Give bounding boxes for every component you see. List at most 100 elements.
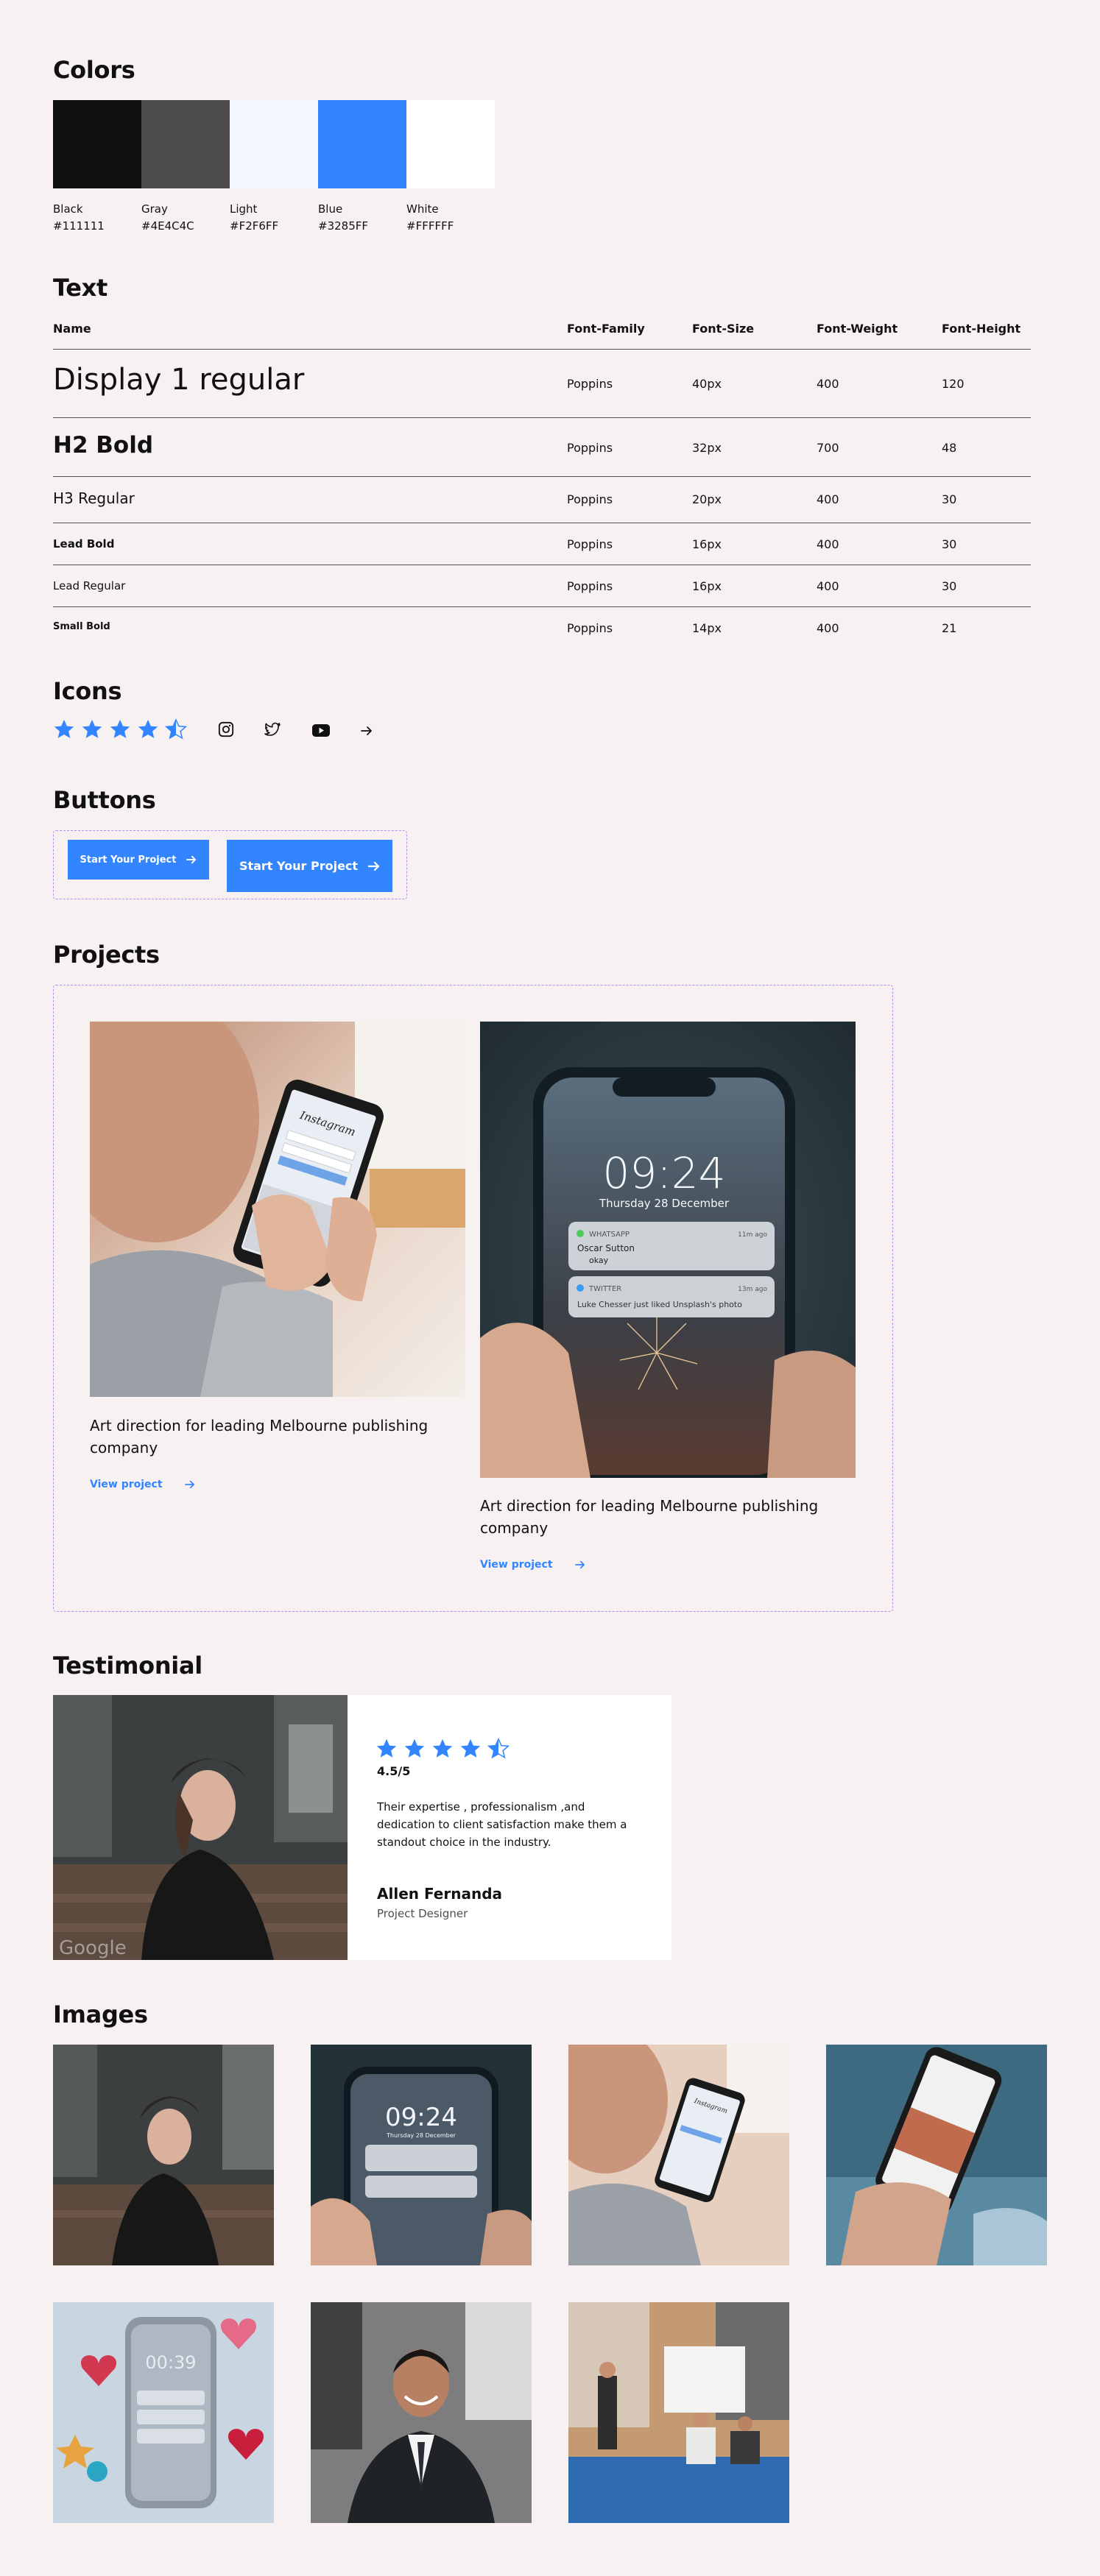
type-sample-small-bold: Small Bold bbox=[53, 621, 110, 632]
type-family: Poppins bbox=[567, 621, 613, 635]
gallery-image-businessman[interactable] bbox=[311, 2302, 532, 2523]
star-icon bbox=[376, 1738, 397, 1758]
star-icon bbox=[404, 1738, 425, 1758]
star-icon bbox=[138, 719, 158, 738]
type-height: 21 bbox=[942, 621, 957, 635]
gallery-image-lockscreen[interactable]: 09:24 Thursday 28 December bbox=[311, 2045, 532, 2265]
testimonial-author: Allen Fernanda bbox=[377, 1885, 503, 1903]
star-icon bbox=[54, 719, 74, 738]
notif-time: 11m ago bbox=[738, 1231, 767, 1239]
type-sample-lead-bold: Lead Bold bbox=[53, 537, 115, 551]
type-sample-lead-regular: Lead Regular bbox=[53, 579, 126, 592]
arrow-right-icon bbox=[574, 1560, 585, 1569]
arrow-right-icon[interactable] bbox=[361, 726, 373, 736]
youtube-icon[interactable] bbox=[312, 724, 330, 737]
type-size: 16px bbox=[692, 537, 722, 551]
swatch-label: Black bbox=[53, 202, 83, 216]
swatch-label: Blue bbox=[318, 202, 343, 216]
type-size: 14px bbox=[692, 621, 722, 635]
arrow-right-icon bbox=[184, 1480, 194, 1489]
swatch-hex: #FFFFFF bbox=[406, 219, 454, 233]
gallery-image-office-meeting[interactable] bbox=[568, 2302, 789, 2523]
divider bbox=[53, 476, 1031, 477]
divider bbox=[53, 349, 1031, 350]
project-image-instagram-phone[interactable]: Instagram bbox=[90, 1022, 465, 1397]
type-height: 48 bbox=[942, 441, 957, 455]
notif-message: Luke Chesser just liked Unsplash's photo bbox=[577, 1300, 742, 1309]
swatch-white bbox=[406, 100, 495, 188]
section-title-projects: Projects bbox=[53, 941, 160, 969]
star-icon bbox=[82, 719, 102, 738]
type-height: 30 bbox=[942, 537, 957, 551]
type-sample-h2: H2 Bold bbox=[53, 432, 154, 459]
table-header-family: Font-Family bbox=[567, 322, 645, 336]
testimonial-role: Project Designer bbox=[377, 1907, 468, 1920]
project-title: Art direction for leading Melbourne publ… bbox=[480, 1497, 819, 1537]
testimonial-card: 4.5/5 Their expertise , professionalism … bbox=[348, 1695, 671, 1960]
gallery-image-instagram-phone[interactable]: Instagram bbox=[568, 2045, 789, 2265]
type-size: 40px bbox=[692, 377, 722, 391]
swatch-blue bbox=[318, 100, 406, 188]
twitter-icon[interactable] bbox=[264, 722, 281, 738]
start-project-button-small[interactable]: Start Your Project bbox=[68, 840, 209, 880]
project-title: Art direction for leading Melbourne publ… bbox=[90, 1417, 429, 1457]
arrow-right-icon bbox=[186, 855, 197, 864]
type-family: Poppins bbox=[567, 441, 613, 455]
gallery-image-woman[interactable] bbox=[53, 2045, 274, 2265]
swatch-light bbox=[230, 100, 318, 188]
type-family: Poppins bbox=[567, 537, 613, 551]
instagram-icon[interactable] bbox=[218, 721, 234, 737]
type-weight: 400 bbox=[817, 537, 839, 551]
section-title-text: Text bbox=[53, 274, 108, 302]
button-label: Start Your Project bbox=[239, 859, 359, 873]
start-project-button-large[interactable]: Start Your Project bbox=[227, 840, 392, 892]
swatch-label: Light bbox=[230, 202, 258, 216]
lock-time: 09:24 bbox=[385, 2103, 457, 2132]
notif-message: okay bbox=[589, 1256, 609, 1265]
table-header-height: Font-Height bbox=[942, 322, 1021, 336]
view-project-link[interactable]: View project bbox=[90, 1479, 195, 1490]
divider bbox=[53, 606, 1031, 607]
link-label: View project bbox=[480, 1559, 553, 1571]
half-star-icon bbox=[165, 718, 187, 740]
gallery-image-hearts-phone[interactable]: 00:39 bbox=[53, 2302, 274, 2523]
table-header-name: Name bbox=[53, 322, 91, 336]
swatch-hex: #4E4C4C bbox=[141, 219, 194, 233]
swatch-hex: #F2F6FF bbox=[230, 219, 279, 233]
table-header-weight: Font-Weight bbox=[817, 322, 898, 336]
link-label: View project bbox=[90, 1479, 163, 1490]
swatch-black bbox=[53, 100, 141, 188]
type-sample-display: Display 1 regular bbox=[53, 363, 305, 397]
type-height: 30 bbox=[942, 492, 957, 506]
type-size: 32px bbox=[692, 441, 722, 455]
swatch-gray bbox=[141, 100, 230, 188]
type-size: 20px bbox=[692, 492, 722, 506]
notif-time: 13m ago bbox=[738, 1286, 767, 1293]
project-image-lockscreen-phone[interactable]: 09:24 Thursday 28 December WHATSAPP 11m … bbox=[480, 1022, 856, 1478]
type-height: 120 bbox=[942, 377, 965, 391]
section-title-buttons: Buttons bbox=[53, 786, 156, 814]
type-weight: 400 bbox=[817, 579, 839, 593]
google-watermark: Google bbox=[59, 1937, 127, 1959]
type-family: Poppins bbox=[567, 492, 613, 506]
type-weight: 400 bbox=[817, 492, 839, 506]
half-star-icon bbox=[487, 1738, 510, 1759]
gallery-image-phone-hand[interactable] bbox=[826, 2045, 1047, 2265]
lock-time: 09:24 bbox=[602, 1148, 725, 1198]
lock-date: Thursday 28 December bbox=[599, 1197, 730, 1210]
star-icon bbox=[432, 1738, 453, 1758]
type-family: Poppins bbox=[567, 377, 613, 391]
lock-date: Thursday 28 December bbox=[386, 2132, 456, 2139]
type-family: Poppins bbox=[567, 579, 613, 593]
type-weight: 400 bbox=[817, 377, 839, 391]
swatch-hex: #3285FF bbox=[318, 219, 368, 233]
star-icon bbox=[460, 1738, 481, 1758]
lock-time: 00:39 bbox=[145, 2352, 196, 2373]
swatch-label: Gray bbox=[141, 202, 168, 216]
section-title-testimonial: Testimonial bbox=[53, 1652, 202, 1680]
divider bbox=[53, 417, 1031, 418]
view-project-link[interactable]: View project bbox=[480, 1559, 585, 1571]
section-title-icons: Icons bbox=[53, 677, 122, 705]
type-weight: 700 bbox=[817, 441, 839, 455]
star-icon bbox=[110, 719, 130, 738]
